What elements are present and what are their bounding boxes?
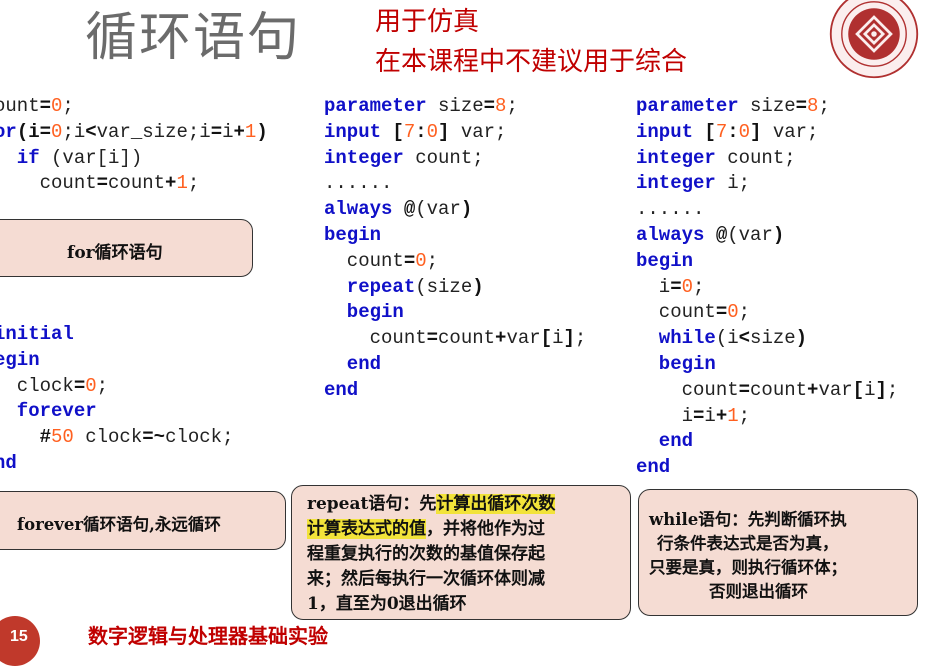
repeat-description: repeat语句：先计算出循环次数 计算表达式的值，并将他作为过 程重复执行的次… bbox=[307, 494, 556, 614]
while-description-box: while语句：先判断循环执 行条件表达式是否为真， 只要是真，则执行循环体； … bbox=[638, 489, 918, 616]
repeat-description-box: repeat语句：先计算出循环次数 计算表达式的值，并将他作为过 程重复执行的次… bbox=[291, 485, 631, 620]
for-loop-label-box: for循环语句 bbox=[0, 219, 253, 277]
page-number: 15 bbox=[10, 628, 28, 645]
code-forever-loop: initial egin clock=0; forever #50 clock=… bbox=[0, 323, 234, 474]
course-name: 数字逻辑与处理器基础实验 bbox=[88, 624, 328, 648]
code-while-loop: parameter size=8; input [7:0] var; integ… bbox=[636, 95, 899, 479]
forever-loop-label: forever循环语句,永远循环 bbox=[17, 515, 221, 534]
subtitle-line-1: 用于仿真 bbox=[375, 7, 480, 37]
university-seal-logo bbox=[829, 0, 919, 79]
forever-loop-label-box: forever循环语句,永远循环 bbox=[0, 491, 286, 550]
page-number-badge: 15 bbox=[0, 616, 40, 666]
page-title: 循环语句 bbox=[85, 8, 302, 68]
code-repeat-loop: parameter size=8; input [7:0] var; integ… bbox=[324, 95, 587, 401]
subtitle-line-2: 在本课程中不建议用于综合 bbox=[375, 47, 688, 77]
for-loop-label: for循环语句 bbox=[67, 243, 163, 263]
while-description: while语句：先判断循环执 行条件表达式是否为真， 只要是真，则执行循环体； … bbox=[649, 510, 847, 601]
code-for-loop: ount=0; or(i=0;i<var_size;i=i+1) if (var… bbox=[0, 95, 268, 195]
